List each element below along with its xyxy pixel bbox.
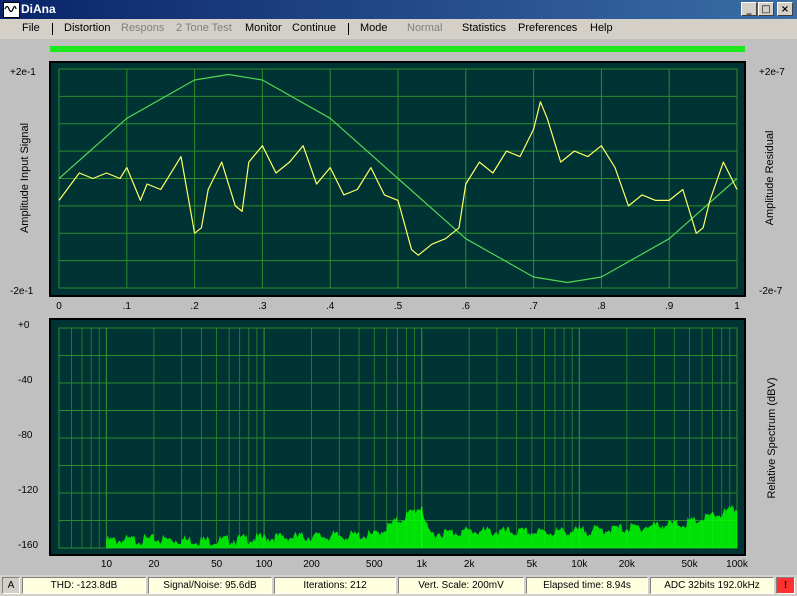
spectrum-canvas	[58, 327, 738, 549]
waveform-x-tick: .8	[597, 301, 606, 312]
spectrum-x-tick: 50k	[681, 559, 698, 570]
waveform-x-tick: .4	[326, 301, 335, 312]
menu-normal[interactable]: Normal	[407, 22, 442, 34]
spectrum-y-tick: -160	[18, 540, 39, 551]
menu-two-tone-test[interactable]: 2 Tone Test	[176, 22, 232, 34]
iterations-readout: Iterations: 212	[274, 577, 396, 594]
waveform-canvas	[58, 68, 738, 289]
waveform-x-tick: 0	[56, 301, 62, 312]
menu-help[interactable]: Help	[590, 22, 613, 34]
spectrum-x-tick: 20k	[618, 559, 635, 570]
acquisition-progress-bar	[50, 46, 745, 52]
spectrum-x-tick: 20	[148, 559, 160, 570]
progress-fill	[50, 46, 745, 52]
waveform-x-tick: 1	[734, 301, 740, 312]
waveform-x-tick: .3	[258, 301, 267, 312]
waveform-x-tick: .7	[529, 301, 538, 312]
title-bar: DiAna _ □ ×	[0, 0, 797, 19]
elapsed-time-readout: Elapsed time: 8.94s	[526, 577, 648, 594]
menu-file[interactable]: File	[22, 22, 40, 34]
channel-indicator[interactable]: A	[2, 577, 20, 594]
left-axis-bottom-label: -2e-1	[10, 286, 34, 297]
spectrum-plot[interactable]	[49, 318, 746, 556]
spectrum-x-tick: 10	[100, 559, 113, 570]
menu-separator	[348, 23, 349, 35]
close-button[interactable]: ×	[777, 2, 793, 16]
maximize-button[interactable]: □	[758, 2, 774, 16]
right-axis-top-label: +2e-7	[759, 67, 785, 78]
app-icon[interactable]	[3, 2, 20, 18]
vertical-scale-readout: Vert. Scale: 200mV	[398, 577, 524, 594]
spectrum-x-tick: 1k	[416, 559, 427, 570]
spectrum-x-tick: 500	[365, 559, 383, 570]
spectrum-x-tick: 100k	[726, 559, 748, 570]
spectrum-x-tick: 10k	[571, 559, 588, 570]
right-axis-title: Amplitude Residual	[764, 130, 776, 226]
snr-readout: Signal/Noise: 95.6dB	[148, 577, 272, 594]
spectrum-x-tick: 100	[255, 559, 273, 570]
waveform-x-tick: .9	[665, 301, 674, 312]
adc-readout: ADC 32bits 192.0kHz	[650, 577, 774, 594]
alert-indicator[interactable]: !	[776, 577, 795, 594]
menu-distortion[interactable]: Distortion	[64, 22, 110, 34]
waveform-plot[interactable]	[49, 61, 746, 297]
spectrum-axis-title: Relative Spectrum (dBV)	[766, 377, 778, 499]
menu-preferences[interactable]: Preferences	[518, 22, 577, 34]
spectrum-x-tick: 2k	[463, 559, 475, 570]
waveform-x-tick: .6	[461, 301, 470, 312]
window-title: DiAna	[21, 2, 56, 16]
waveform-x-tick: .5	[393, 301, 403, 312]
menu-separator	[52, 23, 53, 35]
left-axis-title: Amplitude Input Signal	[19, 122, 31, 234]
waveform-x-tick: .2	[190, 301, 199, 312]
menu-respons[interactable]: Respons	[121, 22, 164, 34]
menu-bar: File Distortion Respons 2 Tone Test Moni…	[0, 19, 797, 39]
spectrum-x-tick: 5k	[526, 559, 538, 570]
waveform-x-tick: .1	[122, 301, 131, 312]
spectrum-x-tick: 50	[211, 559, 223, 570]
left-axis-top-label: +2e-1	[10, 67, 36, 78]
right-axis-bottom-label: -2e-7	[759, 286, 783, 297]
menu-monitor[interactable]: Monitor	[245, 22, 282, 34]
spectrum-x-tick: 200	[303, 559, 320, 570]
status-bar: A THD: -123.8dB Signal/Noise: 95.6dB Ite…	[0, 575, 797, 596]
minimize-button[interactable]: _	[741, 2, 757, 16]
spectrum-y-tick: -40	[18, 375, 33, 386]
spectrum-y-tick: +0	[18, 320, 30, 331]
thd-readout: THD: -123.8dB	[22, 577, 146, 594]
menu-continue[interactable]: Continue	[292, 22, 336, 34]
menu-statistics[interactable]: Statistics	[462, 22, 506, 34]
menu-mode[interactable]: Mode	[360, 22, 388, 34]
spectrum-y-tick: -120	[18, 485, 39, 496]
spectrum-y-tick: -80	[18, 430, 33, 441]
